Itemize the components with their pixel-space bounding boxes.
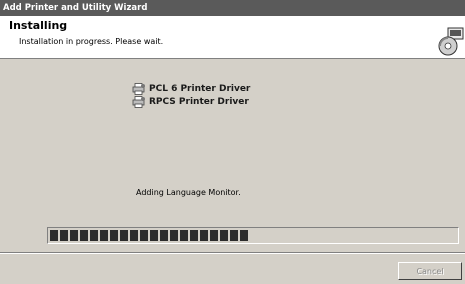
page-subtitle: Installation in progress. Please wait. — [19, 37, 164, 46]
wizard-header: Installing Installation in progress. Ple… — [0, 16, 465, 59]
install-cd-icon — [438, 27, 464, 56]
progress-segment — [70, 230, 78, 241]
progress-segment — [190, 230, 198, 241]
progress-segment — [120, 230, 128, 241]
progress-segment — [150, 230, 158, 241]
driver-label: RPCS Printer Driver — [149, 96, 249, 107]
window-title: Add Printer and Utility Wizard — [3, 3, 148, 13]
progress-segment — [60, 230, 68, 241]
driver-item-pcl6: PCL 6 Printer Driver — [132, 82, 250, 95]
page-title: Installing — [9, 19, 68, 32]
driver-label: PCL 6 Printer Driver — [149, 83, 251, 94]
progress-segment — [80, 230, 88, 241]
progress-segment — [230, 230, 238, 241]
window-titlebar: Add Printer and Utility Wizard — [0, 0, 465, 16]
progress-segment — [130, 230, 138, 241]
progress-segment — [180, 230, 188, 241]
progress-segment — [50, 230, 58, 241]
progress-segment — [220, 230, 228, 241]
printer-driver-icon — [132, 95, 145, 108]
status-text: Adding Language Monitor. — [136, 188, 241, 197]
progress-bar — [47, 227, 459, 244]
printer-driver-icon — [132, 82, 145, 95]
progress-segment — [160, 230, 168, 241]
progress-segment — [200, 230, 208, 241]
progress-fill — [50, 230, 257, 241]
progress-segment — [240, 230, 248, 241]
cancel-button[interactable]: Cancel — [398, 262, 462, 280]
progress-segment — [90, 230, 98, 241]
progress-segment — [170, 230, 178, 241]
progress-segment — [110, 230, 118, 241]
wizard-window: Add Printer and Utility Wizard Installin… — [0, 0, 465, 284]
driver-list: PCL 6 Printer Driver RPCS Printer Driver — [132, 82, 250, 108]
progress-segment — [100, 230, 108, 241]
footer-divider — [0, 252, 465, 254]
progress-segment — [210, 230, 218, 241]
driver-item-rpcs: RPCS Printer Driver — [132, 95, 250, 108]
progress-segment — [140, 230, 148, 241]
